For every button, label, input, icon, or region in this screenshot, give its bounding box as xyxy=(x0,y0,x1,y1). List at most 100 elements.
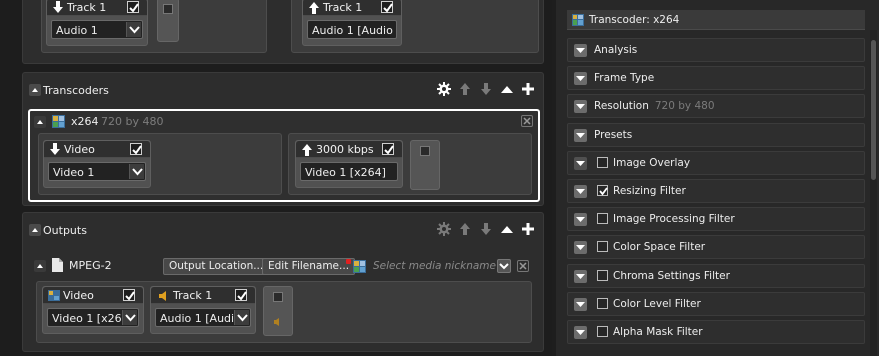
expand-icon[interactable] xyxy=(574,44,587,57)
move-up-icon[interactable] xyxy=(458,82,472,96)
chevron-down-icon[interactable] xyxy=(234,310,249,325)
property-row[interactable]: Resolution 720 by 480 xyxy=(567,94,865,119)
expand-icon[interactable] xyxy=(574,241,587,255)
expand-icon[interactable] xyxy=(574,269,587,283)
collapse-all-icon[interactable] xyxy=(500,82,514,96)
transcoder-name: x264 xyxy=(71,115,99,128)
expand-icon[interactable] xyxy=(574,297,587,311)
move-up-icon[interactable] xyxy=(458,222,472,236)
property-label: Resolution 720 by 480 xyxy=(594,100,715,113)
output-video-checkbox[interactable] xyxy=(123,289,135,301)
property-checkbox[interactable] xyxy=(597,241,608,253)
chevron-down-icon[interactable] xyxy=(129,164,144,179)
property-label: Color Space Filter xyxy=(613,241,706,254)
input-audio-track-box: Track 1 Audio 1 xyxy=(46,0,148,46)
property-label: Image Processing Filter xyxy=(613,213,735,226)
property-checkbox[interactable] xyxy=(597,185,608,196)
expand-icon[interactable] xyxy=(574,72,587,86)
output-item-mpeg2: MPEG-2 Output Location... Edit Filename.… xyxy=(28,253,540,347)
transcoder-input-select[interactable]: Video 1 xyxy=(48,162,146,181)
transcoders-toolbar xyxy=(437,82,535,96)
expand-icon[interactable] xyxy=(574,185,587,198)
property-row[interactable]: Presets xyxy=(567,122,865,147)
transcoder-output-panel: 3000 kbps Video 1 [x264] xyxy=(288,133,532,195)
x264-icon xyxy=(572,14,584,26)
property-row[interactable]: Image Processing Filter xyxy=(567,207,865,232)
collapse-toggle[interactable] xyxy=(34,260,46,272)
up-arrow-icon xyxy=(308,1,320,14)
output-streams-panel: Video Video 1 [x264] Track 1 Audio 1 [Au… xyxy=(36,281,532,343)
input-audio-slot[interactable] xyxy=(157,0,179,42)
gear-icon[interactable] xyxy=(437,222,451,236)
property-checkbox[interactable] xyxy=(597,326,608,337)
down-arrow-icon xyxy=(49,143,61,156)
property-label: Analysis xyxy=(594,44,638,56)
transcoder-input-box: Video Video 1 xyxy=(43,140,151,188)
expand-icon[interactable] xyxy=(574,213,587,227)
remove-icon[interactable] xyxy=(517,260,529,272)
property-label: Frame Type xyxy=(594,72,655,85)
expand-icon[interactable] xyxy=(574,100,587,114)
expand-icon[interactable] xyxy=(574,128,587,142)
property-label: Alpha Mask Filter xyxy=(613,326,703,338)
outputs-title: Outputs xyxy=(43,224,87,237)
input-audio-track-checkbox[interactable] xyxy=(127,1,139,13)
transcoder-input-checkbox[interactable] xyxy=(130,143,142,155)
property-checkbox[interactable] xyxy=(597,156,608,168)
scrollbar[interactable] xyxy=(870,30,877,356)
add-icon[interactable] xyxy=(521,82,535,96)
transcoder-input-panel: Video Video 1 xyxy=(38,133,282,195)
expand-icon[interactable] xyxy=(574,156,587,170)
collapse-toggle[interactable] xyxy=(29,84,41,96)
speaker-icon xyxy=(273,317,283,327)
expand-icon[interactable] xyxy=(574,326,587,339)
property-row[interactable]: Alpha Mask Filter xyxy=(567,320,865,344)
move-down-icon[interactable] xyxy=(479,82,493,96)
inputs-section: Track 1 Audio 1 Track 1 Audio 1 [Audio xyxy=(22,0,544,64)
property-checkbox[interactable] xyxy=(597,213,608,225)
collapse-toggle[interactable] xyxy=(34,116,46,128)
property-row[interactable]: Color Level Filter xyxy=(567,291,865,316)
property-checkbox[interactable] xyxy=(597,297,608,309)
collapse-toggle[interactable] xyxy=(29,224,41,236)
property-label: Image Overlay xyxy=(613,156,691,169)
chevron-down-icon[interactable] xyxy=(122,310,137,325)
chevron-down-icon[interactable] xyxy=(497,259,511,273)
property-row[interactable]: Chroma Settings Filter xyxy=(567,263,865,288)
input-audio-track-select[interactable]: Audio 1 xyxy=(51,20,143,39)
property-row[interactable]: Resizing Filter xyxy=(567,179,865,203)
transcoder-item-x264[interactable]: x264 720 by 480 Video Video 1 3000 kbps … xyxy=(28,109,540,202)
remove-icon[interactable] xyxy=(521,115,533,127)
properties-title: Transcoder: x264 xyxy=(589,14,680,26)
transcoder-resolution: 720 by 480 xyxy=(101,115,164,128)
chevron-down-icon[interactable] xyxy=(126,22,141,37)
move-down-icon[interactable] xyxy=(479,222,493,236)
output-audio-checkbox[interactable] xyxy=(235,289,247,301)
nickname-select[interactable]: Select media nickname xyxy=(369,258,511,275)
property-row[interactable]: Frame Type xyxy=(567,66,865,91)
property-row[interactable]: Color Space Filter xyxy=(567,235,865,260)
gear-icon[interactable] xyxy=(437,82,451,96)
property-row[interactable]: Image Overlay xyxy=(567,150,865,175)
transcoders-header: Transcoders xyxy=(23,73,543,107)
property-label: Resizing Filter xyxy=(613,185,686,197)
slot-square-icon xyxy=(420,146,430,156)
collapse-all-icon[interactable] xyxy=(500,222,514,236)
transcoder-output-slot[interactable] xyxy=(410,140,440,190)
input-mix-track-select[interactable]: Audio 1 [Audio Mixe xyxy=(307,20,397,39)
output-audio-select[interactable]: Audio 1 [Audio I xyxy=(155,308,251,327)
edit-filename-button[interactable]: Edit Filename... xyxy=(262,258,356,275)
slot-square-icon xyxy=(163,4,173,14)
property-row[interactable]: Analysis xyxy=(567,38,865,62)
property-checkbox[interactable] xyxy=(597,269,608,281)
transcoder-output-checkbox[interactable] xyxy=(382,143,394,155)
transcoder-output-field[interactable]: Video 1 [x264] xyxy=(300,162,398,181)
output-add-stream-slot[interactable] xyxy=(263,286,293,336)
scrollbar-thumb[interactable] xyxy=(871,40,876,180)
add-icon[interactable] xyxy=(521,222,535,236)
output-location-button[interactable]: Output Location... xyxy=(163,258,270,275)
x264-icon xyxy=(52,115,65,128)
output-video-select[interactable]: Video 1 [x264] xyxy=(47,308,139,327)
input-mix-track-checkbox[interactable] xyxy=(381,1,393,13)
property-label: Color Level Filter xyxy=(613,297,701,310)
